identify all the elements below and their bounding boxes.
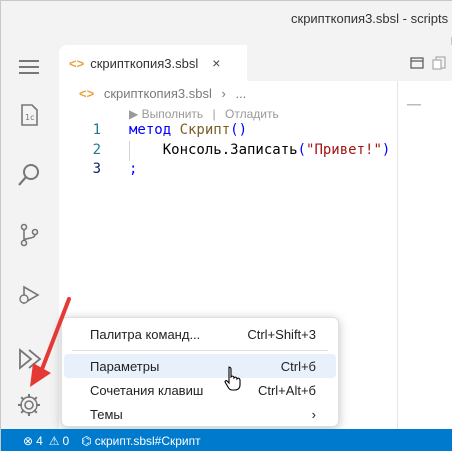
svg-text:1c: 1c xyxy=(25,113,35,122)
codelens-debug[interactable]: Отладить xyxy=(225,107,279,121)
symbol-icon: ⌬ xyxy=(81,433,92,448)
code-line[interactable]: 1 метод Скрипт() xyxy=(59,121,397,141)
line-number: 3 xyxy=(92,161,101,177)
code-token: метод xyxy=(129,122,180,138)
breadcrumb-separator: › xyxy=(221,86,226,101)
menu-item-themes[interactable]: Темы › xyxy=(64,402,336,426)
menu-item-command-palette[interactable]: Палитра команд... Ctrl+Shift+3 xyxy=(64,322,336,346)
code-line[interactable]: 2 Консоль.Записать("Привет!") xyxy=(59,141,397,161)
line-number: 2 xyxy=(92,141,101,158)
line-number: 1 xyxy=(92,122,101,138)
problems-indicator[interactable]: ⊗ 4 ⚠ 0 xyxy=(1,434,75,448)
warning-icon: ⚠ xyxy=(48,433,60,448)
location-text: скрипт.sbsl#Скрипт xyxy=(94,433,201,448)
breadcrumb-more[interactable]: ... xyxy=(235,86,246,101)
menu-item-keyboard-shortcuts[interactable]: Сочетания клавиш Ctrl+Alt+б xyxy=(64,378,336,402)
menu-separator xyxy=(72,350,328,351)
tab-label: скрипткопия3.sbsl xyxy=(90,55,199,71)
activity-bar: 1c xyxy=(1,37,59,429)
breadcrumb-file[interactable]: скрипткопия3.sbsl xyxy=(104,86,212,101)
app-window: скрипткопия3.sbsl - scripts - 1c <> скри… xyxy=(0,0,452,451)
run-icon[interactable] xyxy=(11,341,47,377)
code-token: "Привет!" xyxy=(306,141,382,158)
settings-menu: Палитра команд... Ctrl+Shift+3 Параметры… xyxy=(61,317,339,427)
chevron-right-icon: › xyxy=(311,406,316,422)
hand-cursor-icon xyxy=(224,366,241,391)
close-icon[interactable]: × xyxy=(212,55,220,71)
minimap[interactable] xyxy=(405,103,445,151)
split-editor-icon[interactable] xyxy=(409,55,425,71)
tab-script[interactable]: <> скрипткопия3.sbsl × xyxy=(59,45,247,81)
code-text: ; xyxy=(129,160,137,180)
error-icon: ⊗ xyxy=(23,433,34,448)
file-code-icon: <> xyxy=(69,55,85,71)
breadcrumb[interactable]: <> скрипткопия3.sbsl › ... xyxy=(79,86,246,101)
codelens-separator: | xyxy=(212,107,216,121)
warning-count: 0 xyxy=(62,433,70,448)
status-bar: ⊗ 4 ⚠ 0 ⌬ скрипт.sbsl#Скрипт xyxy=(1,429,452,451)
code-text: метод Скрипт() xyxy=(129,121,247,141)
tabs-bar: <> скрипткопия3.sbsl × xyxy=(59,45,452,81)
window-title: скрипткопия3.sbsl - scripts - xyxy=(291,11,452,26)
search-icon[interactable] xyxy=(11,157,47,193)
code-token: Консоль.Записать xyxy=(129,141,298,158)
source-control-icon[interactable] xyxy=(11,217,47,253)
menu-icon[interactable] xyxy=(11,49,47,85)
code-text: Консоль.Записать("Привет!") xyxy=(129,141,391,161)
code-token: ) xyxy=(381,141,391,158)
title-bar: скрипткопия3.sbsl - scripts - xyxy=(1,1,452,37)
code-token: () xyxy=(230,122,248,138)
location-indicator[interactable]: ⌬ скрипт.sbsl#Скрипт xyxy=(75,434,206,448)
editor-actions xyxy=(409,55,447,71)
code-token: Скрипт xyxy=(179,122,231,138)
explorer-icon[interactable]: 1c xyxy=(11,97,47,133)
debug-icon[interactable] xyxy=(11,277,47,313)
minimap-divider xyxy=(397,81,398,429)
menu-item-settings[interactable]: Параметры Ctrl+б xyxy=(64,354,336,378)
error-count: 4 xyxy=(36,433,43,448)
codelens-run[interactable]: ▶ Выполнить xyxy=(129,107,203,121)
file-code-icon: <> xyxy=(79,86,95,101)
code-token: ( xyxy=(297,141,307,158)
settings-gear-icon[interactable] xyxy=(11,387,47,423)
code-token: ; xyxy=(129,161,138,177)
code-line[interactable]: 3; xyxy=(59,160,397,180)
codelens: ▶ Выполнить | Отладить xyxy=(129,107,279,121)
code-editor[interactable]: 1 метод Скрипт() 2 Консоль.Записать("Приве… xyxy=(59,121,397,180)
copy-icon[interactable] xyxy=(431,55,447,71)
